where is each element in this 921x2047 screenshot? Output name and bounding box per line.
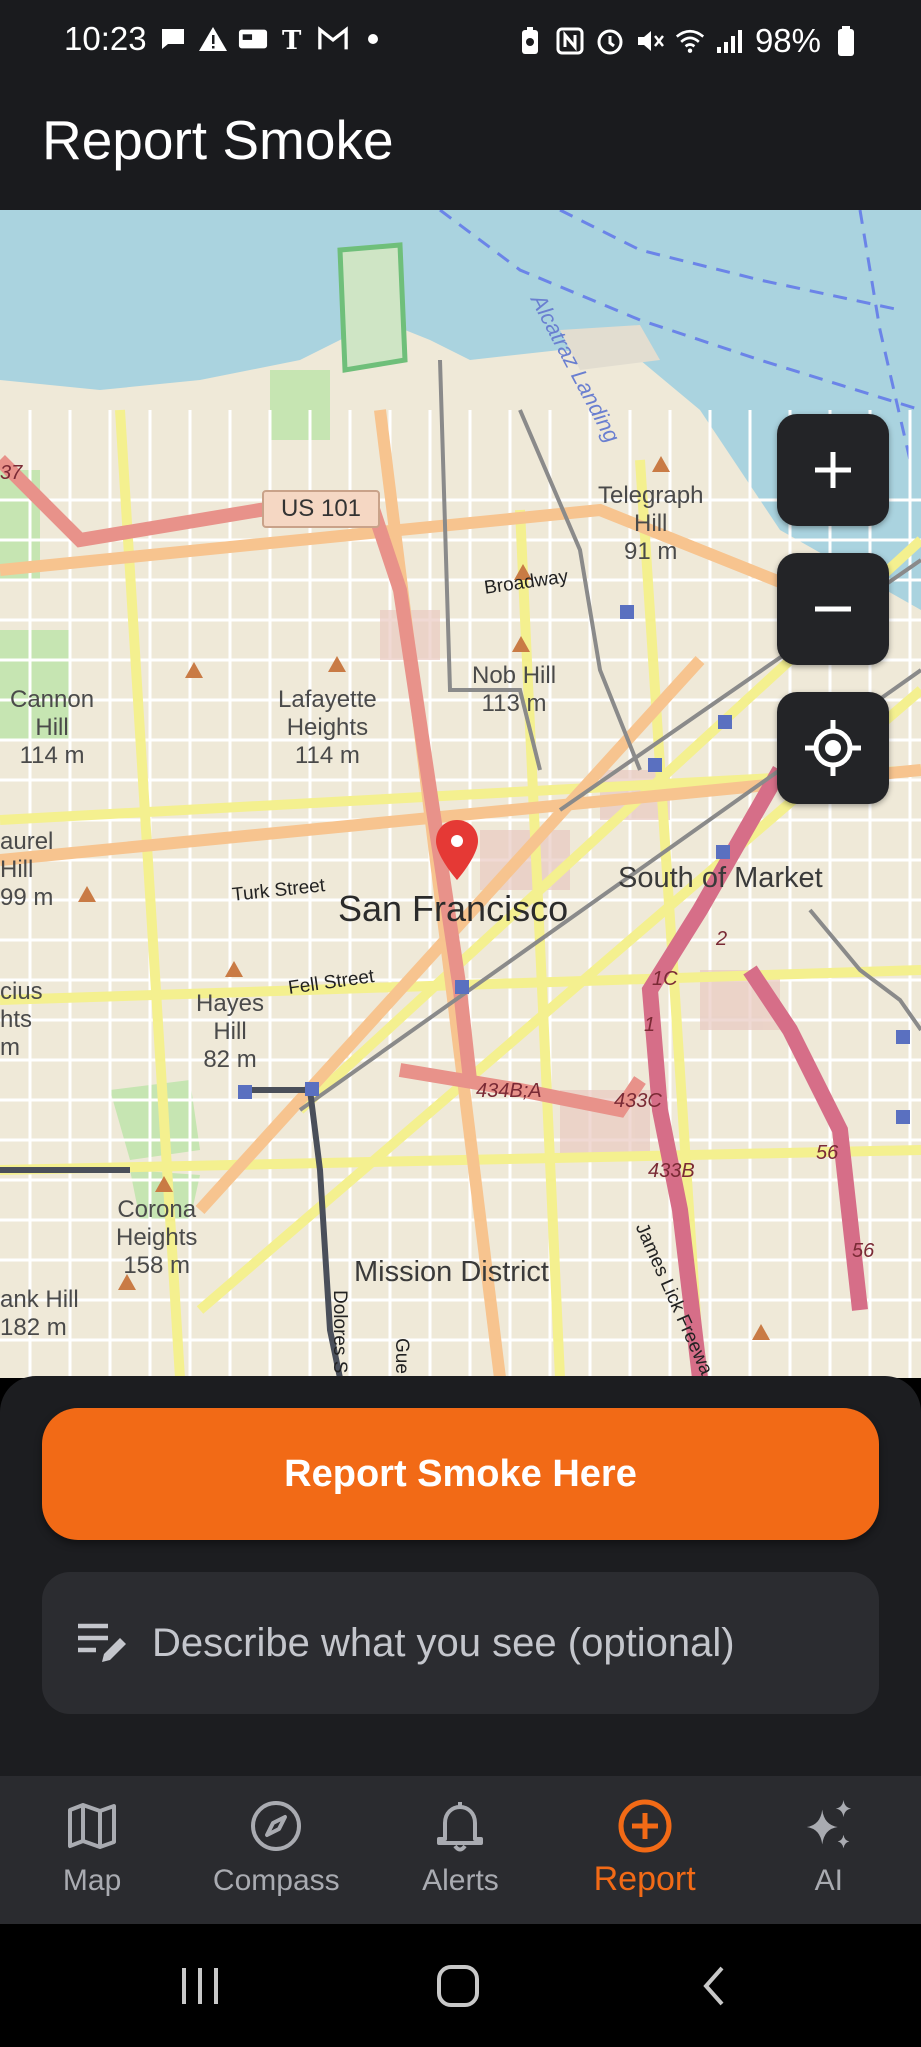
edge-hill-label: cius hts m bbox=[0, 978, 43, 1061]
nav-item-alerts[interactable]: Alerts bbox=[368, 1776, 552, 1924]
recents-button[interactable] bbox=[170, 1958, 230, 2014]
nav-label-ai: AI bbox=[814, 1864, 844, 1897]
system-status-icons: 98% bbox=[515, 22, 861, 60]
nav-item-ai[interactable]: AI bbox=[737, 1776, 921, 1924]
route-434-label: 434B;A bbox=[476, 1080, 542, 1102]
battery-percent: 98% bbox=[754, 22, 821, 59]
edit-notes-icon bbox=[78, 1623, 126, 1662]
wifi-icon bbox=[675, 26, 705, 56]
us101-shield: US 101 bbox=[262, 490, 380, 528]
route-37-label: 37 bbox=[0, 462, 23, 484]
battery-icon bbox=[831, 26, 861, 56]
warning-icon bbox=[198, 24, 228, 54]
home-button[interactable] bbox=[428, 1958, 488, 2014]
dot-icon bbox=[358, 24, 388, 54]
chat-icon bbox=[158, 24, 188, 54]
status-bar: 10:23 T 98% bbox=[0, 0, 921, 84]
my-location-button[interactable] bbox=[777, 692, 889, 804]
plus-icon bbox=[815, 452, 851, 488]
notification-icons: T bbox=[158, 24, 388, 54]
nav-item-report[interactable]: Report bbox=[553, 1776, 737, 1924]
route-1c-label: 1C bbox=[652, 968, 678, 990]
route-56a-label: 56 bbox=[816, 1142, 839, 1164]
svg-text:T: T bbox=[282, 26, 302, 54]
gmail-icon bbox=[318, 24, 348, 54]
nav-label-compass: Compass bbox=[212, 1864, 340, 1897]
system-navigation-bar bbox=[0, 1924, 921, 2047]
bottom-navigation: Map Compass Alerts Report AI bbox=[0, 1776, 921, 1924]
route-1-label: 1 bbox=[644, 1014, 656, 1036]
nob-hill-label: Nob Hill 113 m bbox=[472, 662, 557, 717]
mute-icon bbox=[635, 26, 665, 56]
telegraph-hill-label: Telegraph Hill 91 m bbox=[598, 482, 704, 565]
home-icon bbox=[437, 1965, 479, 2007]
sparkle-icon bbox=[801, 1798, 857, 1854]
tank-hill-label: ank Hill 182 m bbox=[0, 1286, 79, 1341]
nfc-icon bbox=[555, 26, 585, 56]
status-time: 10:23 bbox=[64, 20, 147, 57]
zoom-in-button[interactable] bbox=[777, 414, 889, 526]
location-pin-icon[interactable] bbox=[434, 818, 480, 882]
app-bar: Report Smoke bbox=[0, 84, 921, 210]
bell-icon bbox=[432, 1798, 488, 1854]
minus-icon bbox=[815, 606, 851, 612]
compass-icon bbox=[248, 1798, 304, 1854]
route-433c-label: 433C bbox=[614, 1090, 662, 1112]
nav-label-alerts: Alerts bbox=[422, 1864, 499, 1897]
route-2-label: 2 bbox=[716, 928, 728, 950]
mission-district-label: Mission District bbox=[354, 1256, 549, 1288]
dolores-street-label: Dolores S bbox=[329, 1290, 350, 1374]
page-title: Report Smoke bbox=[42, 109, 394, 171]
map-icon bbox=[64, 1798, 120, 1854]
nav-item-map[interactable]: Map bbox=[0, 1776, 184, 1924]
nav-label-report: Report bbox=[593, 1860, 696, 1898]
nyt-icon: T bbox=[278, 24, 308, 54]
cannon-hill-label: Cannon Hill 114 m bbox=[10, 686, 95, 769]
map-view[interactable]: Alcatraz Landing US 101 37 Telegraph Hil… bbox=[0, 210, 921, 1378]
hayes-hill-label: Hayes Hill 82 m bbox=[196, 990, 265, 1073]
nav-label-map: Map bbox=[62, 1864, 122, 1897]
guerrero-street-label: Gue bbox=[391, 1338, 412, 1374]
battery-saver-icon bbox=[515, 26, 545, 56]
nav-item-compass[interactable]: Compass bbox=[184, 1776, 368, 1924]
lafayette-heights-label: Lafayette Heights 114 m bbox=[278, 686, 377, 769]
corona-heights-label: Corona Heights 158 m bbox=[116, 1196, 198, 1279]
back-button[interactable] bbox=[686, 1958, 746, 2014]
report-smoke-button[interactable]: Report Smoke Here bbox=[42, 1408, 879, 1540]
south-of-market-label: South of Market bbox=[618, 862, 823, 894]
description-input[interactable]: Describe what you see (optional) bbox=[42, 1572, 879, 1714]
add-circle-icon bbox=[617, 1798, 673, 1854]
description-placeholder: Describe what you see (optional) bbox=[152, 1620, 735, 1665]
recents-icon bbox=[182, 1968, 218, 2004]
signal-icon bbox=[715, 26, 745, 56]
city-label: San Francisco bbox=[338, 888, 569, 929]
card-icon bbox=[238, 24, 268, 54]
report-sheet: Report Smoke Here Describe what you see … bbox=[0, 1376, 921, 1776]
route-433b-label: 433B bbox=[648, 1160, 695, 1182]
zoom-out-button[interactable] bbox=[777, 553, 889, 665]
crosshair-icon bbox=[805, 720, 861, 776]
laurel-hill-label: aurel Hill 99 m bbox=[0, 828, 54, 911]
alarm-icon bbox=[595, 26, 625, 56]
route-56b-label: 56 bbox=[852, 1240, 875, 1262]
back-icon bbox=[703, 1966, 724, 2006]
